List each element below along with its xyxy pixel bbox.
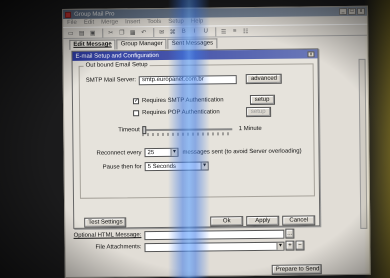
main-window: Group Mail Pro _ □ x File Edit Merge Ins…: [62, 5, 371, 278]
pause-row: Pause then for 5 Seconds ▼: [95, 161, 209, 172]
attachments-value: [145, 246, 276, 247]
menu-tools[interactable]: Tools: [147, 19, 161, 25]
toolbar-separator: [102, 28, 104, 38]
smtp-auth-checkbox[interactable]: ✓: [132, 98, 139, 105]
group-label: Out bound Email Setup: [83, 62, 150, 69]
align-center-icon[interactable]: ≡: [230, 27, 239, 36]
tab-group-manager[interactable]: Group Manager: [116, 38, 167, 50]
underline-icon[interactable]: U: [201, 27, 210, 36]
apply-button[interactable]: Apply: [246, 215, 280, 227]
html-message-row: Optional HTML Message: …: [73, 228, 295, 241]
smtp-setup-button[interactable]: setup: [249, 94, 275, 106]
chevron-down-icon[interactable]: ▼: [200, 162, 208, 170]
ok-button[interactable]: Ok: [210, 216, 244, 227]
pop-auth-row: Requires POP Authentication setup: [133, 106, 271, 118]
pause-value: 5 Seconds: [147, 163, 177, 170]
open-icon[interactable]: ▤: [77, 28, 86, 37]
menu-edit[interactable]: Edit: [84, 20, 94, 26]
pop-setup-button[interactable]: setup: [245, 106, 271, 118]
html-message-label: Optional HTML Message:: [73, 232, 142, 239]
align-left-icon[interactable]: ☰: [219, 27, 228, 36]
smtp-row: SMTP Mail Server: smtp.europanet.com.br …: [85, 73, 283, 86]
dialog-title: E-mail Setup and Configuration: [75, 52, 159, 60]
attach-icon[interactable]: ⌘: [168, 27, 177, 36]
chevron-down-icon[interactable]: ▼: [170, 148, 178, 156]
pause-select[interactable]: 5 Seconds ▼: [144, 161, 209, 172]
smtp-auth-row: ✓ Requires SMTP Authentication setup: [132, 94, 275, 106]
email-setup-dialog: E-mail Setup and Configuration x Out bou…: [71, 48, 321, 229]
timeout-row: Timeout 1 Minute: [118, 125, 262, 137]
reconnect-select[interactable]: 25 ▼: [144, 147, 179, 158]
html-message-input[interactable]: [144, 229, 285, 240]
dialog-close-button[interactable]: x: [307, 50, 315, 57]
vertical-scrollbar[interactable]: [358, 58, 368, 229]
reconnect-label: Reconnect every: [96, 149, 142, 157]
app-icon: [65, 11, 72, 18]
save-icon[interactable]: ▣: [88, 28, 97, 37]
browse-html-button[interactable]: …: [285, 228, 295, 239]
timeout-label: Timeout: [118, 127, 140, 134]
maximize-button[interactable]: □: [348, 7, 357, 16]
timeout-slider[interactable]: [142, 126, 233, 137]
smtp-label: SMTP Mail Server:: [85, 77, 137, 84]
remove-attachment-button[interactable]: −: [295, 240, 305, 251]
send-icon[interactable]: ✉: [157, 27, 166, 36]
tab-bar: Edit Message Group Manager Sent Messages: [69, 37, 367, 50]
smtp-server-input[interactable]: smtp.europanet.com.br: [138, 74, 238, 85]
close-button[interactable]: x: [357, 7, 366, 15]
undo-icon[interactable]: ↶: [139, 28, 148, 37]
align-right-icon[interactable]: ☷: [241, 27, 250, 36]
pause-label: Pause then for: [102, 163, 142, 171]
menu-file[interactable]: File: [67, 20, 77, 26]
menu-help[interactable]: Help: [191, 19, 203, 25]
tab-sent-messages[interactable]: Sent Messages: [167, 38, 218, 49]
cancel-button[interactable]: Cancel: [282, 215, 316, 226]
cut-icon[interactable]: ✂: [106, 28, 115, 37]
outbound-setup-group: Out bound Email Setup SMTP Mail Server: …: [78, 62, 315, 199]
pop-auth-checkbox[interactable]: [133, 110, 140, 117]
add-attachment-button[interactable]: +: [285, 240, 295, 251]
tab-edit-message[interactable]: Edit Message: [69, 39, 116, 50]
paste-icon[interactable]: ▦: [128, 28, 137, 37]
timeout-value: 1 Minute: [238, 125, 262, 133]
minimize-button[interactable]: _: [339, 8, 348, 16]
reconnect-suffix: messages sent (to avoid Server overloadi…: [182, 147, 302, 156]
attachments-select[interactable]: ▼: [144, 241, 285, 252]
italic-icon[interactable]: I: [190, 27, 199, 36]
test-settings-button[interactable]: Test Settings: [84, 217, 127, 228]
chevron-down-icon[interactable]: ▼: [276, 242, 284, 250]
prepare-to-send-button[interactable]: Prepare to Send: [271, 264, 322, 275]
menu-setup[interactable]: Setup: [168, 19, 184, 25]
copy-icon[interactable]: ❐: [117, 28, 126, 37]
reconnect-row: Reconnect every 25 ▼ messages sent (to a…: [94, 146, 302, 158]
menu-merge[interactable]: Merge: [101, 19, 118, 25]
pop-auth-label: Requires POP Authentication: [142, 109, 220, 117]
dialog-title-bar: E-mail Setup and Configuration x: [72, 49, 318, 61]
attachments-row: File Attachments: ▼ + −: [73, 240, 305, 252]
slider-thumb[interactable]: [142, 126, 147, 135]
slider-track: [142, 128, 233, 132]
advanced-button[interactable]: advanced: [245, 73, 283, 85]
toolbar-separator: [215, 26, 217, 36]
reconnect-value: 25: [147, 149, 155, 156]
smtp-auth-label: Requires SMTP Authentication: [141, 97, 224, 105]
attachments-label: File Attachments:: [95, 244, 142, 251]
menu-insert[interactable]: Insert: [125, 19, 140, 25]
new-icon[interactable]: ▭: [66, 28, 75, 37]
slider-ticks: [142, 132, 233, 137]
bold-icon[interactable]: B: [179, 27, 188, 36]
toolbar-separator: [153, 27, 155, 37]
